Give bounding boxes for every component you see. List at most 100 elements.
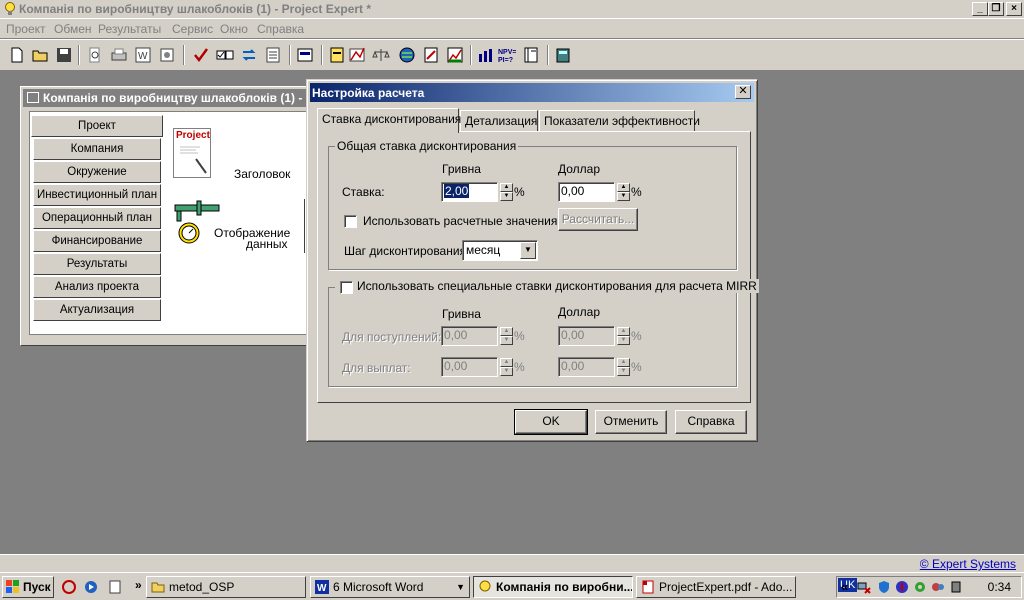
notepad-icon[interactable] — [108, 580, 122, 594]
nav-operational-plan[interactable]: Операционный план — [33, 207, 161, 229]
antivirus-icon[interactable] — [895, 580, 909, 594]
analysis-chart-icon[interactable] — [476, 46, 494, 64]
project-window-title: Компанія по виробництву шлакоблоків (1) … — [43, 91, 310, 105]
gear-icon[interactable] — [913, 580, 927, 594]
inflow-uah-input[interactable]: 0,00 — [441, 326, 498, 346]
device-icon[interactable] — [949, 580, 963, 594]
use-calculated-checkbox[interactable] — [344, 215, 357, 228]
outflow-usd-input[interactable]: 0,00 — [558, 357, 615, 377]
inflow-usd-spinner[interactable]: ▲ ▼ — [617, 327, 630, 345]
expert-systems-link[interactable]: © Expert Systems — [920, 557, 1016, 571]
ok-button[interactable]: OK — [514, 409, 588, 435]
publish-icon[interactable] — [158, 46, 176, 64]
svg-text:NPV=?: NPV=? — [498, 49, 516, 56]
check-icon[interactable] — [192, 46, 210, 64]
tray-expand-icon[interactable]: « — [841, 579, 848, 594]
menu-window[interactable]: Окно — [220, 22, 248, 36]
print-preview-icon[interactable] — [86, 46, 104, 64]
project-header-item[interactable]: Project — [173, 128, 211, 178]
inflow-label: Для поступлений: — [342, 330, 442, 344]
word-icon: W — [315, 580, 329, 594]
new-file-icon[interactable] — [8, 46, 26, 64]
menu-results[interactable]: Результаты — [98, 22, 161, 36]
tab-efficiency[interactable]: Показатели эффективности — [539, 110, 700, 132]
calculator-icon[interactable] — [554, 46, 572, 64]
nav-company[interactable]: Компания — [33, 138, 161, 160]
report-icon[interactable] — [296, 46, 314, 64]
tab-discount-rate[interactable]: Ставка дисконтирования — [317, 108, 461, 133]
shield-icon[interactable] — [877, 580, 891, 594]
list-icon[interactable] — [264, 46, 282, 64]
display-item-label-2: данных — [246, 237, 288, 251]
refresh-icon[interactable] — [240, 46, 258, 64]
nav-project[interactable]: Проект — [31, 115, 163, 137]
nav-actualization[interactable]: Актуализация — [33, 299, 161, 321]
inflow-usd-input[interactable]: 0,00 — [558, 326, 615, 346]
restore-button[interactable]: ❐ — [988, 2, 1004, 16]
rate-uah-input[interactable]: 2,00 — [441, 182, 498, 202]
menu-exchange[interactable]: Обмен — [54, 22, 92, 36]
cash-flow-icon[interactable] — [348, 46, 366, 64]
network-icon[interactable] — [857, 580, 871, 594]
outflow-uah-spinner[interactable]: ▲ ▼ — [500, 358, 513, 376]
cancel-button[interactable]: Отменить — [595, 410, 667, 434]
task-project-expert[interactable]: Компанія по виробни... — [473, 576, 633, 598]
nav-results[interactable]: Результаты — [33, 253, 161, 275]
opera-icon[interactable] — [62, 580, 76, 594]
nav-financing[interactable]: Финансирование — [33, 230, 161, 252]
help-button[interactable]: Справка — [675, 410, 747, 434]
app-title: Компанія по виробництву шлакоблоків (1) … — [19, 2, 372, 16]
nav-environment[interactable]: Окружение — [33, 161, 161, 183]
task-word[interactable]: W 6 Microsoft Word ▼ — [310, 576, 470, 598]
print-icon[interactable] — [110, 46, 128, 64]
outflow-uah-input[interactable]: 0,00 — [441, 357, 498, 377]
media-player-icon[interactable] — [84, 580, 98, 594]
rate-usd-input[interactable]: 0,00 — [558, 182, 615, 202]
open-folder-icon[interactable] — [31, 46, 49, 64]
project-icon-label: Project — [176, 130, 210, 141]
connection-icon[interactable] — [931, 580, 945, 594]
calculate-button[interactable]: Рассчитать... — [558, 208, 638, 231]
mirr-column-usd: Доллар — [558, 305, 601, 319]
document-chart-icon[interactable] — [422, 46, 440, 64]
document-icon — [180, 146, 207, 174]
table-icon[interactable] — [328, 46, 346, 64]
balance-icon[interactable] — [372, 46, 390, 64]
general-rate-group-title: Общая ставка дисконтирования — [335, 139, 519, 153]
checklist-icon[interactable] — [216, 46, 234, 64]
dialog-titlebar: Настройка расчета ✕ — [310, 83, 754, 102]
sensitivity-icon[interactable] — [522, 46, 540, 64]
project-window: Компанія по виробництву шлакоблоків (1) … — [20, 86, 320, 346]
menu-help[interactable]: Справка — [257, 22, 304, 36]
rate-uah-spinner[interactable]: ▲ ▼ — [500, 183, 513, 201]
outflow-usd-spinner[interactable]: ▲ ▼ — [617, 358, 630, 376]
tab-detailing[interactable]: Детализация — [460, 110, 538, 132]
mirr-group-title: Использовать специальные ставки дисконти… — [335, 279, 759, 293]
mirr-checkbox[interactable] — [340, 281, 353, 294]
dialog-close-button[interactable]: ✕ — [735, 85, 751, 99]
system-tray: « 0:34 — [836, 576, 1022, 598]
rate-usd-spinner[interactable]: ▲ ▼ — [617, 183, 630, 201]
word-export-icon[interactable]: W — [134, 46, 152, 64]
task-pdf[interactable]: ProjectExpert.pdf - Ado... — [636, 576, 796, 598]
nav-investment-plan[interactable]: Инвестиционный план — [33, 184, 161, 206]
menu-project[interactable]: Проект — [6, 22, 46, 36]
minimize-button[interactable]: _ — [972, 2, 988, 16]
menu-service[interactable]: Сервис — [172, 22, 213, 36]
header-item-label: Заголовок — [234, 167, 291, 181]
windows-logo-icon — [6, 580, 19, 593]
task-metod-osp[interactable]: metod_OSP — [146, 576, 306, 598]
start-button[interactable]: Пуск — [2, 576, 54, 598]
globe-icon[interactable] — [398, 46, 416, 64]
chevron-right-icon[interactable]: » — [135, 578, 142, 592]
folder-icon — [151, 582, 165, 593]
chart-icon[interactable] — [446, 46, 464, 64]
npv-pi-icon[interactable]: NPV=?PI=? — [498, 46, 516, 64]
inflow-uah-spinner[interactable]: ▲ ▼ — [500, 327, 513, 345]
save-icon[interactable] — [55, 46, 73, 64]
svg-text:W: W — [317, 583, 327, 594]
discount-step-select[interactable]: месяц ▼ — [462, 240, 538, 261]
close-button[interactable]: × — [1006, 2, 1022, 16]
svg-text:W: W — [138, 51, 148, 62]
nav-project-analysis[interactable]: Анализ проекта — [33, 276, 161, 298]
